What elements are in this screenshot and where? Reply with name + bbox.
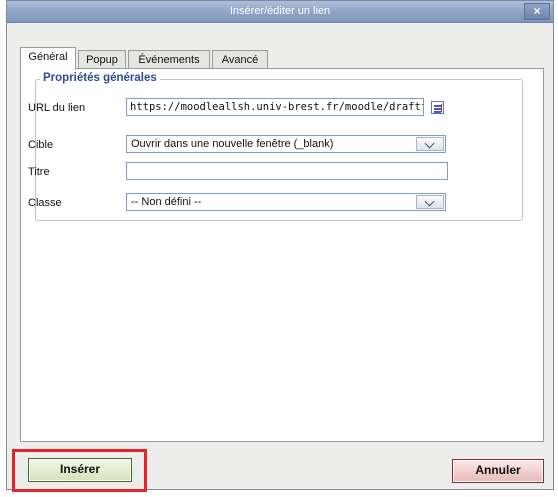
target-label: Cible [28,139,54,151]
cancel-button[interactable]: Annuler [452,459,544,483]
chevron-down-icon[interactable] [416,195,444,209]
tab-events[interactable]: Événements [128,50,210,69]
tab-popup[interactable]: Popup [78,50,126,69]
title-bar[interactable]: Insérer/éditer un lien × [7,1,553,23]
tab-advanced[interactable]: Avancé [212,50,268,69]
target-select[interactable]: Ouvrir dans une nouvelle fenêtre (_blank… [126,135,446,153]
class-select-value: -- Non défini -- [131,196,202,208]
title-label: Titre [28,166,50,178]
tab-panel-general: Propriétés générales [20,68,544,442]
title-input[interactable] [126,162,448,180]
highlight-annotation [12,449,147,492]
class-select[interactable]: -- Non défini -- [126,193,446,211]
fieldset-legend: Propriétés générales [40,72,160,84]
url-input[interactable]: https://moodleallsh.univ-brest.fr/moodle… [126,98,424,116]
tab-general[interactable]: Général [20,47,76,70]
class-label: Classe [28,197,62,209]
url-label: URL du lien [28,102,86,114]
target-select-value: Ouvrir dans une nouvelle fenêtre (_blank… [131,138,334,150]
chevron-down-icon[interactable] [416,137,444,151]
dialog-title: Insérer/éditer un lien [229,5,331,17]
browse-icon[interactable] [431,101,444,114]
close-icon[interactable]: × [524,3,550,20]
